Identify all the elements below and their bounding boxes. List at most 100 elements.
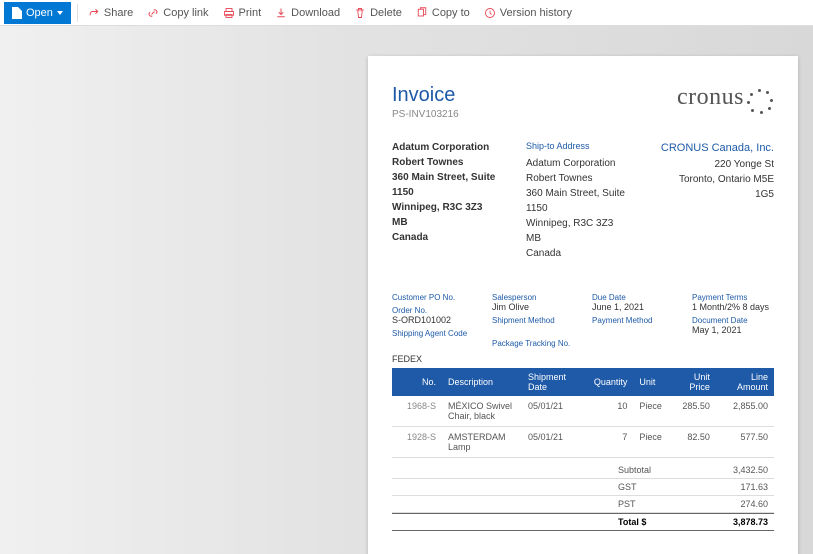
delete-label: Delete — [370, 7, 402, 19]
vendor-city: Toronto, Ontario M5E 1G5 — [660, 172, 774, 202]
lab-ship-agent: Shipping Agent Code — [392, 329, 474, 338]
link-icon — [147, 7, 159, 19]
ship-contact: Robert Townes — [526, 171, 640, 186]
vendor-logo: cronus — [677, 84, 774, 115]
val-due: June 1, 2021 — [592, 302, 674, 312]
history-icon — [484, 7, 496, 19]
totals-block: Subtotal 3,432.50 GST 171.63 PST 274.60 Tot… — [392, 462, 774, 531]
val-subtotal: 3,432.50 — [708, 465, 768, 475]
val-salesperson: Jim Olive — [492, 302, 574, 312]
lab-subtotal: Subtotal — [618, 465, 678, 475]
ship-city: Winnipeg, R3C 3Z3 — [526, 216, 640, 231]
col-price: Unit Price — [668, 368, 716, 396]
line-items-table: No. Description Shipment Date Quantity U… — [392, 368, 774, 458]
cell-no: 1968-S — [392, 396, 442, 427]
ship-country: Canada — [526, 246, 640, 261]
lab-total: Total $ — [618, 517, 678, 527]
bill-street: 360 Main Street, Suite 1150 — [392, 170, 506, 200]
invoice-title: Invoice — [392, 84, 459, 107]
lab-pay-terms: Payment Terms — [692, 293, 774, 302]
ship-label: Ship-to Address — [526, 140, 640, 154]
copyto-button[interactable]: Copy to — [412, 5, 474, 21]
table-row: 1968-S MÉXICO Swivel Chair, black 05/01/… — [392, 396, 774, 427]
col-qty: Quantity — [588, 368, 634, 396]
cell-date: 05/01/21 — [522, 396, 588, 427]
copylink-button[interactable]: Copy link — [143, 5, 212, 21]
col-no: No. — [392, 368, 442, 396]
val-gst: 171.63 — [708, 482, 768, 492]
cell-desc: AMSTERDAM Lamp — [442, 426, 522, 457]
val-pay-terms: 1 Month/2% 8 days — [692, 302, 774, 312]
share-icon — [88, 7, 100, 19]
bill-city: Winnipeg, R3C 3Z3 — [392, 200, 506, 215]
open-label: Open — [26, 7, 53, 19]
invoice-meta: Customer PO No. Order No. S-ORD101002 Sh… — [392, 289, 774, 348]
lab-pay-method: Payment Method — [592, 316, 674, 325]
ship-street: 360 Main Street, Suite 1150 — [526, 186, 640, 216]
ship-to-address: Ship-to Address Adatum Corporation Rober… — [526, 140, 640, 261]
cell-no: 1928-S — [392, 426, 442, 457]
bill-to-address: Adatum Corporation Robert Townes 360 Mai… — [392, 140, 506, 261]
download-label: Download — [291, 7, 340, 19]
lab-ship-method: Shipment Method — [492, 316, 574, 325]
val-pst: 274.60 — [708, 499, 768, 509]
val-order-no: S-ORD101002 — [392, 315, 474, 325]
logo-text: cronus — [677, 84, 744, 110]
cell-price: 285.50 — [668, 396, 716, 427]
cell-unit: Piece — [633, 426, 668, 457]
cell-amt: 577.50 — [716, 426, 774, 457]
share-button[interactable]: Share — [84, 5, 137, 21]
lab-due: Due Date — [592, 293, 674, 302]
copylink-label: Copy link — [163, 7, 208, 19]
toolbar: Open Share Copy link Print Download Dele… — [0, 0, 813, 26]
version-label: Version history — [500, 7, 572, 19]
ship-region: MB — [526, 231, 640, 246]
lab-order-no: Order No. — [392, 306, 474, 315]
lab-doc-date: Document Date — [692, 316, 774, 325]
cell-amt: 2,855.00 — [716, 396, 774, 427]
cell-qty: 10 — [588, 396, 634, 427]
logo-dots-icon — [746, 87, 774, 115]
cell-qty: 7 — [588, 426, 634, 457]
open-button[interactable]: Open — [4, 2, 71, 24]
delete-button[interactable]: Delete — [350, 5, 406, 21]
download-button[interactable]: Download — [271, 5, 344, 21]
col-unit: Unit — [633, 368, 668, 396]
vendor-address: CRONUS Canada, Inc. 220 Yonge St Toronto… — [660, 140, 774, 261]
vendor-name: CRONUS Canada, Inc. — [660, 140, 774, 157]
version-button[interactable]: Version history — [480, 5, 576, 21]
bill-region: MB — [392, 215, 506, 230]
print-icon — [223, 7, 235, 19]
print-label: Print — [239, 7, 262, 19]
lab-cust-po: Customer PO No. — [392, 293, 474, 302]
copy-icon — [416, 7, 428, 19]
chevron-down-icon — [57, 11, 63, 15]
bill-country: Canada — [392, 230, 506, 245]
document-viewer: Invoice PS-INV103216 cronus Adatum Corpo… — [0, 26, 813, 554]
print-button[interactable]: Print — [219, 5, 266, 21]
lab-gst: GST — [618, 482, 678, 492]
cell-desc: MÉXICO Swivel Chair, black — [442, 396, 522, 427]
share-label: Share — [104, 7, 133, 19]
val-doc-date: May 1, 2021 — [692, 325, 774, 335]
copyto-label: Copy to — [432, 7, 470, 19]
col-amt: Line Amount — [716, 368, 774, 396]
vendor-street: 220 Yonge St — [660, 157, 774, 172]
separator — [77, 4, 78, 22]
invoice-number: PS-INV103216 — [392, 109, 459, 120]
cell-date: 05/01/21 — [522, 426, 588, 457]
bill-company: Adatum Corporation — [392, 140, 506, 155]
document-icon — [12, 7, 22, 19]
download-icon — [275, 7, 287, 19]
col-date: Shipment Date — [522, 368, 588, 396]
col-desc: Description — [442, 368, 522, 396]
lab-tracking: Package Tracking No. — [492, 339, 574, 348]
val-total: 3,878.73 — [708, 517, 768, 527]
shipping-agent-value: FEDEX — [392, 354, 774, 364]
bill-contact: Robert Townes — [392, 155, 506, 170]
lab-salesperson: Salesperson — [492, 293, 574, 302]
lab-pst: PST — [618, 499, 678, 509]
invoice-document: Invoice PS-INV103216 cronus Adatum Corpo… — [368, 56, 798, 554]
cell-price: 82.50 — [668, 426, 716, 457]
cell-unit: Piece — [633, 396, 668, 427]
